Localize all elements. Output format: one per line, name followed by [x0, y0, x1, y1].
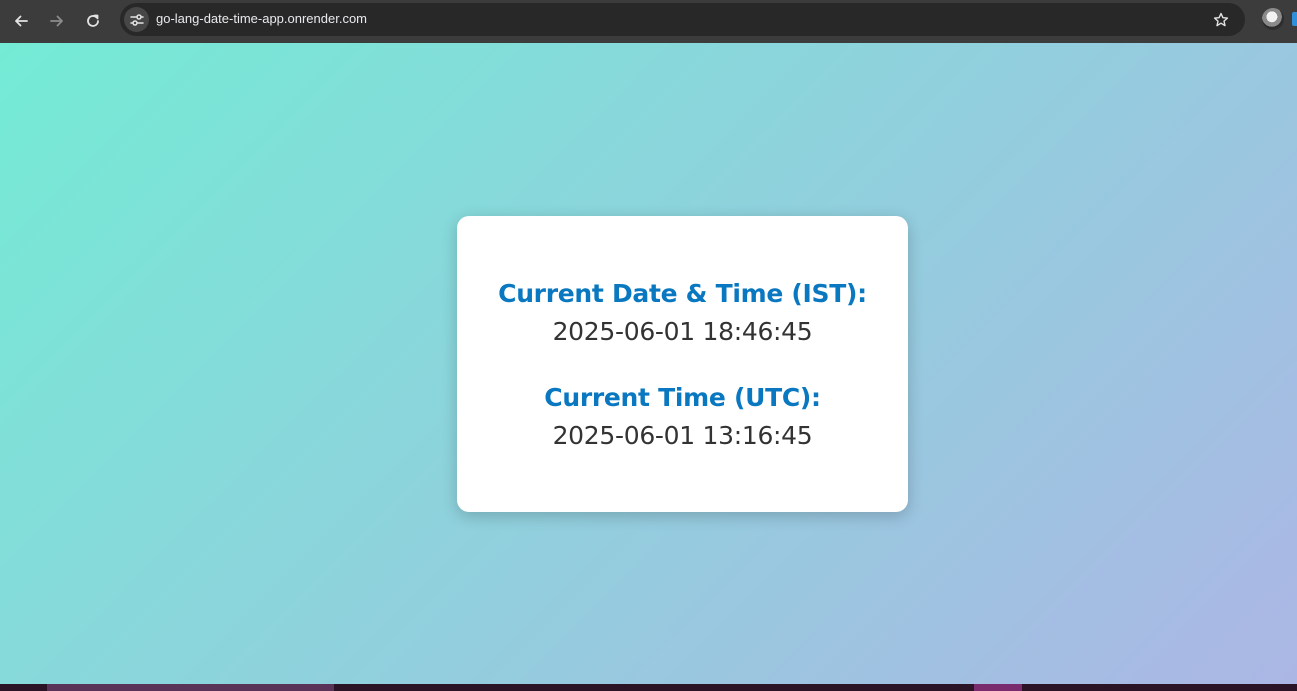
back-button[interactable]: [9, 9, 33, 33]
page-viewport: Current Date & Time (IST): 2025-06-01 18…: [0, 43, 1297, 684]
ist-value: 2025-06-01 18:46:45: [552, 317, 813, 346]
os-taskbar: [0, 684, 1297, 691]
bookmark-button[interactable]: [1211, 10, 1231, 30]
url-text[interactable]: go-lang-date-time-app.onrender.com: [156, 11, 367, 26]
profile-avatar[interactable]: [1262, 8, 1284, 30]
reload-button[interactable]: [81, 9, 105, 33]
address-bar[interactable]: go-lang-date-time-app.onrender.com: [120, 3, 1245, 36]
utc-value: 2025-06-01 13:16:45: [552, 421, 813, 450]
taskbar-app-window[interactable]: [47, 684, 334, 691]
arrow-left-icon: [15, 15, 28, 27]
browser-toolbar: go-lang-date-time-app.onrender.com: [0, 0, 1297, 43]
forward-button[interactable]: [45, 9, 69, 33]
utc-label: Current Time (UTC):: [544, 383, 821, 412]
extension-indicator: [1292, 12, 1297, 26]
arrow-right-icon: [50, 15, 63, 27]
site-info-button[interactable]: [124, 7, 149, 32]
datetime-card: Current Date & Time (IST): 2025-06-01 18…: [457, 216, 908, 512]
ist-label: Current Date & Time (IST):: [498, 279, 867, 308]
taskbar-app-icon[interactable]: [974, 684, 1022, 691]
reload-icon: [87, 14, 99, 27]
star-icon: [1213, 12, 1229, 27]
tune-icon: [129, 13, 144, 26]
